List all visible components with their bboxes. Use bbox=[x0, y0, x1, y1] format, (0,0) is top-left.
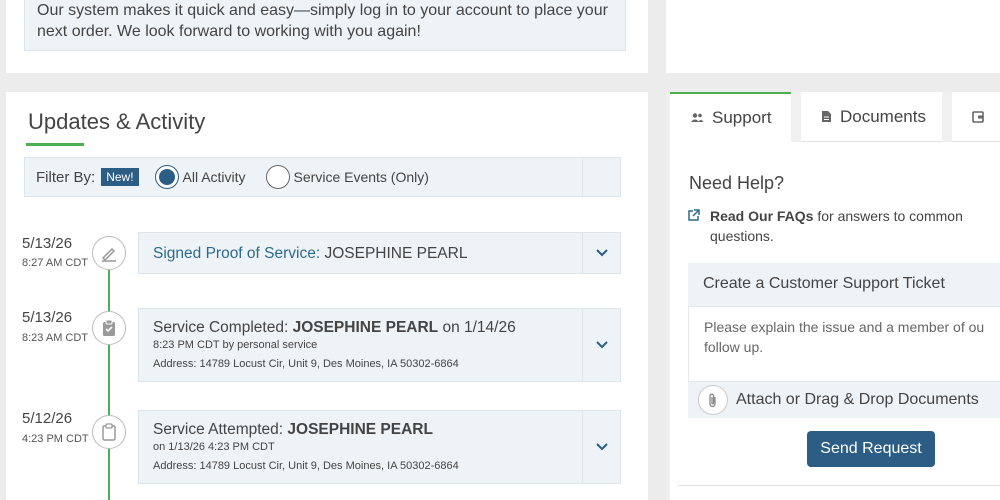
ticket-placeholder-1: Please explain the issue and a member of… bbox=[704, 319, 985, 335]
people-icon bbox=[690, 112, 704, 124]
radio-all-activity[interactable] bbox=[154, 165, 179, 189]
event-3-address: Address: 14789 Locust Cir, Unit 9, Des M… bbox=[153, 460, 459, 472]
event-2-date: 5/13/26 bbox=[22, 309, 73, 326]
ticket-header: Create a Customer Support Ticket bbox=[688, 263, 1000, 306]
faq-text: Read Our FAQs for answers to common quest… bbox=[710, 206, 963, 246]
notice-line-1: Our system makes it quick and easy—simpl… bbox=[37, 2, 608, 19]
side-divider bbox=[678, 485, 1000, 486]
filter-end-cell bbox=[582, 158, 620, 196]
send-request-button[interactable]: Send Request bbox=[807, 431, 935, 467]
event-2-title-suffix: on 1/14/26 bbox=[442, 319, 516, 336]
tab-documents[interactable]: Documents bbox=[801, 92, 942, 142]
chevron-down-icon bbox=[595, 443, 608, 451]
event-2-title-prefix: Service Completed: bbox=[153, 319, 289, 336]
filter-bar: Filter By: New! All Activity Service Eve… bbox=[24, 157, 621, 197]
clipboard-icon bbox=[92, 415, 126, 449]
radio-service-events-label[interactable]: Service Events (Only) bbox=[294, 169, 429, 185]
notice-line-2: next order. We look forward to working w… bbox=[37, 23, 421, 40]
event-2-time: 8:23 AM CDT bbox=[22, 332, 89, 344]
attach-label: Attach or Drag & Drop Documents bbox=[736, 391, 979, 408]
tab-documents-label: Documents bbox=[840, 106, 926, 126]
event-1-date: 5/13/26 bbox=[22, 235, 73, 252]
event-2-address: Address: 14789 Locust Cir, Unit 9, Des M… bbox=[153, 358, 459, 370]
clipboard-check-icon bbox=[92, 311, 126, 345]
faq-rest-1: for answers to common bbox=[813, 208, 963, 224]
ticket-textarea[interactable]: Please explain the issue and a member of… bbox=[688, 306, 1000, 382]
event-1-toggle[interactable] bbox=[582, 233, 620, 273]
event-1-time: 8:27 AM CDT bbox=[22, 257, 89, 269]
ticket-placeholder-2: follow up. bbox=[704, 339, 764, 355]
paperclip-icon bbox=[698, 385, 728, 415]
radio-service-events[interactable] bbox=[265, 165, 290, 189]
radio-all-activity-label[interactable]: All Activity bbox=[183, 169, 246, 185]
filter-label: Filter By: bbox=[36, 168, 96, 186]
reorder-notice: Our system makes it quick and easy—simpl… bbox=[24, 0, 626, 51]
support-card: Support Documents Need Help? Read Our FA… bbox=[666, 92, 1000, 500]
event-1-title-prefix[interactable]: Signed Proof of Service: bbox=[153, 245, 320, 262]
event-3-time: 4:23 PM CDT bbox=[22, 433, 89, 445]
event-2-title: Service Completed: JOSEPHINE PEARL on 1/… bbox=[153, 319, 606, 337]
tab-support-label: Support bbox=[712, 108, 772, 127]
event-3[interactable]: Service Attempted: JOSEPHINE PEARL on 1/… bbox=[138, 410, 621, 484]
event-2-sub: 8:23 PM CDT by personal service bbox=[153, 339, 318, 351]
tab-support[interactable]: Support bbox=[670, 92, 791, 142]
faq-row[interactable]: Read Our FAQs for answers to common quest… bbox=[687, 206, 987, 246]
tab-third[interactable] bbox=[952, 92, 1000, 142]
new-badge: New! bbox=[101, 168, 139, 186]
activity-card: Updates & Activity Filter By: New! All A… bbox=[6, 92, 648, 500]
event-3-sub: on 1/13/26 4:23 PM CDT bbox=[153, 441, 275, 453]
event-3-title-name: JOSEPHINE PEARL bbox=[287, 421, 433, 438]
timeline-line bbox=[108, 262, 110, 500]
event-3-toggle[interactable] bbox=[582, 411, 620, 483]
chevron-down-icon bbox=[595, 249, 608, 257]
wallet-icon bbox=[972, 110, 984, 123]
support-panel: Need Help? Read Our FAQs for answers to … bbox=[670, 142, 1000, 500]
event-1[interactable]: Signed Proof of Service: JOSEPHINE PEARL bbox=[138, 232, 621, 274]
faq-rest-2: questions. bbox=[710, 228, 774, 244]
help-title: Need Help? bbox=[689, 173, 785, 193]
title-underline bbox=[26, 143, 84, 146]
event-2-title-name: JOSEPHINE PEARL bbox=[292, 319, 439, 336]
event-3-date: 5/12/26 bbox=[22, 410, 73, 427]
event-3-title: Service Attempted: JOSEPHINE PEARL bbox=[153, 421, 606, 439]
attach-dropzone[interactable]: Attach or Drag & Drop Documents bbox=[688, 382, 1000, 418]
activity-title: Updates & Activity bbox=[28, 109, 206, 134]
signature-icon bbox=[92, 236, 126, 270]
event-2-toggle[interactable] bbox=[582, 309, 620, 381]
top-right-card bbox=[666, 0, 1000, 73]
event-2[interactable]: Service Completed: JOSEPHINE PEARL on 1/… bbox=[138, 308, 621, 382]
chevron-down-icon bbox=[595, 341, 608, 349]
notice-card: Our system makes it quick and easy—simpl… bbox=[6, 0, 648, 73]
event-1-title: Signed Proof of Service: JOSEPHINE PEARL bbox=[153, 245, 606, 263]
faq-link[interactable]: Read Our FAQs bbox=[710, 208, 813, 224]
external-link-icon bbox=[687, 209, 700, 246]
event-1-title-name: JOSEPHINE PEARL bbox=[324, 245, 468, 262]
document-icon bbox=[821, 110, 832, 123]
event-3-title-prefix: Service Attempted: bbox=[153, 421, 284, 438]
